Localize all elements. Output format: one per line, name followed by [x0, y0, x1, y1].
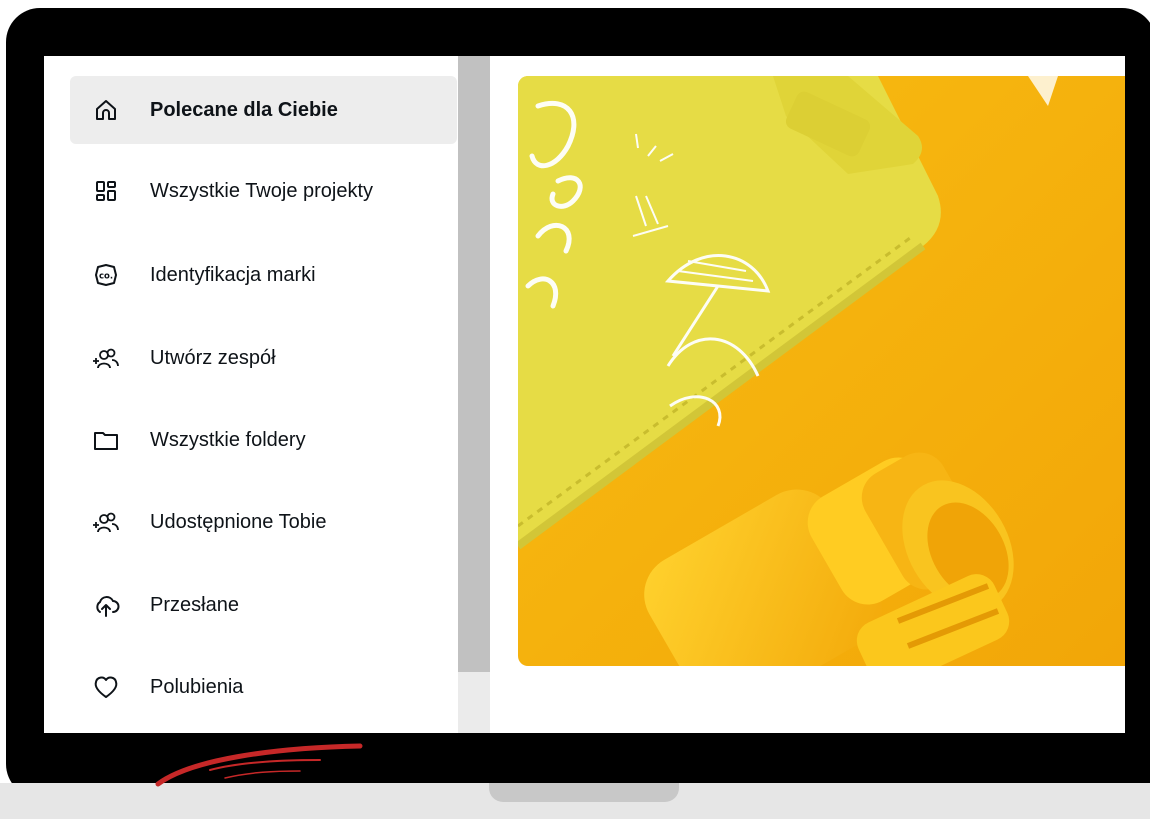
sidebar-item-label: Polecane dla Ciebie	[150, 98, 338, 121]
sidebar-item-label: Udostępnione Tobie	[150, 510, 327, 533]
sidebar-item-utworz-zespol[interactable]: Utwórz zespół	[70, 324, 457, 392]
sidebar-item-label: Wszystkie Twoje projekty	[150, 179, 374, 202]
sidebar-item-udostepnione[interactable]: Udostępnione Tobie	[70, 488, 457, 556]
shared-people-icon	[92, 508, 120, 536]
heart-icon	[92, 673, 120, 701]
main-content	[490, 56, 1125, 733]
sidebar-item-przeslane[interactable]: Przesłane	[70, 571, 457, 639]
grid-icon	[92, 177, 120, 205]
sidebar-item-projekty[interactable]: Wszystkie Twoje projekty	[70, 157, 457, 225]
add-team-icon	[92, 344, 120, 372]
hero-photo-graphic	[518, 76, 1125, 666]
cloud-upload-icon	[92, 591, 120, 619]
screen: Polecane dla Ciebie Wszystkie Twoje proj…	[44, 56, 1125, 733]
svg-text:co.: co.	[99, 272, 113, 282]
sidebar-scrollbar-thumb[interactable]	[458, 56, 490, 672]
sidebar-item-polecane[interactable]: Polecane dla Ciebie	[70, 76, 457, 144]
brand-kit-icon: co.	[92, 261, 120, 289]
hero-image[interactable]	[518, 76, 1125, 666]
sidebar-item-label: Wszystkie foldery	[150, 428, 306, 451]
sidebar-item-label: Identyfikacja marki	[150, 263, 316, 286]
folder-icon	[92, 426, 120, 454]
sidebar-item-identyfikacja[interactable]: co. Identyfikacja marki	[70, 241, 457, 309]
brand-swoosh-logo	[155, 743, 363, 787]
home-icon	[92, 96, 120, 124]
sidebar-item-label: Przesłane	[150, 593, 239, 616]
laptop-base-notch	[489, 783, 679, 802]
sidebar-item-foldery[interactable]: Wszystkie foldery	[70, 406, 457, 474]
sidebar-item-label: Polubienia	[150, 675, 244, 698]
sidebar-item-polubienia[interactable]: Polubienia	[70, 653, 457, 721]
sidebar-item-label: Utwórz zespół	[150, 346, 276, 369]
sidebar: Polecane dla Ciebie Wszystkie Twoje proj…	[44, 56, 458, 733]
